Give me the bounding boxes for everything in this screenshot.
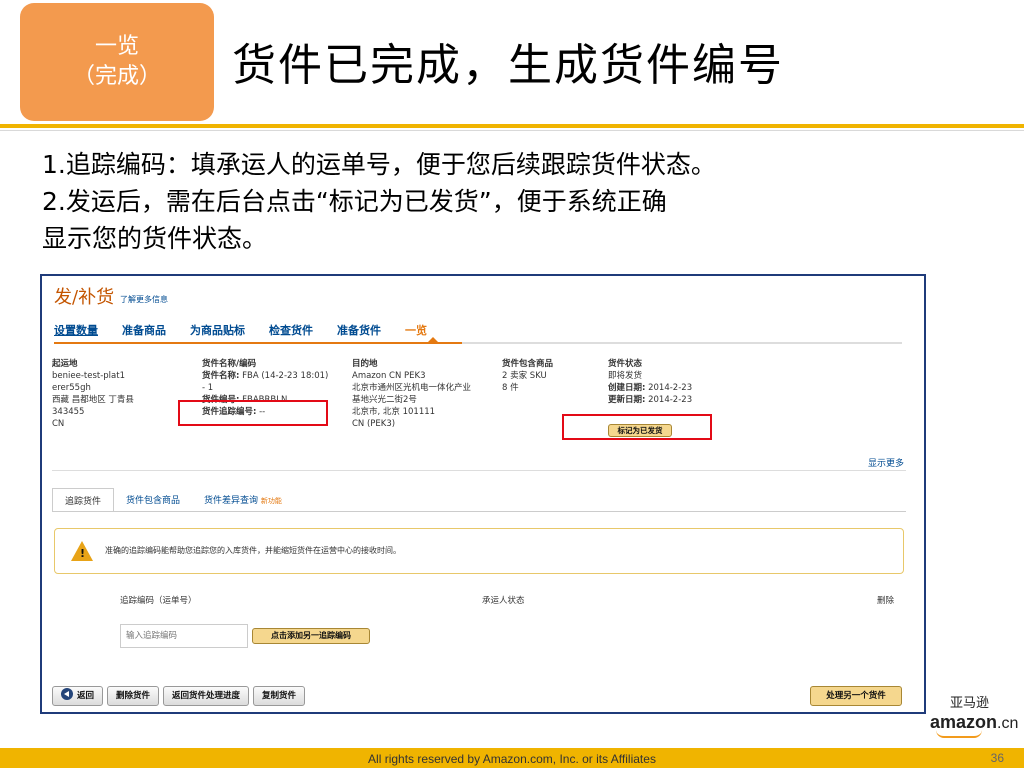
status-column: 货件状态 即将发货 创建日期: 2014-2-23 更新日期: 2014-2-2…: [608, 358, 728, 406]
created-date-row: 创建日期: 2014-2-23: [608, 382, 728, 394]
contents-column: 货件包含商品 2 卖家 SKU 8 件: [502, 358, 602, 394]
section-tag: 一览 （完成）: [20, 3, 214, 121]
shipment-name-value: FBA (14-2-23 18:01): [242, 371, 329, 381]
status-header: 货件状态: [608, 359, 643, 369]
warning-icon-mark: !: [80, 547, 86, 560]
shipment-name-suffix: - 1: [202, 383, 214, 393]
shipment-header: 货件名称/编码: [202, 359, 257, 369]
shipment-name-label: 货件名称:: [202, 371, 240, 381]
embedded-screenshot: 发/补货 了解更多信息 设置数量 准备商品 为商品贴标 检查货件 准备货件 一览…: [40, 274, 926, 714]
destination-header: 目的地: [352, 359, 378, 369]
step-summary[interactable]: 一览: [405, 322, 427, 338]
info-alert: ! 准确的追踪编码能帮助您追踪您的入库货件，并能缩短货件在运营中心的接收时间。: [54, 528, 904, 574]
shipment-name-row: 货件名称: FBA (14-2-23 18:01): [202, 370, 352, 382]
add-tracking-code-button[interactable]: 点击添加另一追踪编码: [252, 628, 370, 644]
tab-track-shipment[interactable]: 追踪货件: [52, 488, 115, 512]
steps-progress: [54, 342, 462, 344]
learn-more-link[interactable]: 了解更多信息: [120, 294, 168, 305]
page-title: 发/补货: [54, 287, 115, 308]
ship-from-line: 343455: [52, 407, 85, 417]
slide-title: 货件已完成，生成货件编号: [232, 40, 784, 91]
section-divider: [52, 470, 906, 471]
note-line-3: 显示您的货件状态。: [42, 224, 268, 253]
slide-notes: 1.追踪编码：填承运人的运单号，便于您后续跟踪货件状态。 2.发运后，需在后台点…: [42, 146, 1002, 257]
title-divider: [0, 124, 1024, 128]
updated-date-value: 2014-2-23: [648, 395, 693, 405]
destination-line: 基地兴光二街2号: [352, 395, 417, 405]
process-another-shipment-button[interactable]: 处理另一个货件: [810, 686, 902, 706]
back-button[interactable]: 返回: [52, 686, 104, 706]
bottom-actions: 返回 删除货件 返回货件处理进度 复制货件: [52, 686, 306, 706]
tabs-baseline: [52, 511, 906, 512]
updated-date-label: 更新日期:: [608, 395, 646, 405]
created-date-label: 创建日期:: [608, 383, 646, 393]
copy-shipment-button[interactable]: 复制货件: [253, 686, 306, 706]
shipment-tabs: 追踪货件 货件包含商品 货件差异查询 新功能: [52, 488, 294, 512]
tab-reconcile-label: 货件差异查询: [204, 496, 259, 506]
carrier-status-header: 承运人状态: [482, 596, 525, 606]
tracking-code-header: 追踪编码（运单号）: [120, 596, 197, 606]
workflow-steps: 设置数量 准备商品 为商品贴标 检查货件 准备货件 一览: [54, 322, 451, 338]
active-step-caret: [428, 337, 438, 342]
destination-line: 北京市, 北京 101111: [352, 407, 436, 417]
tab-shipment-contents[interactable]: 货件包含商品: [114, 488, 192, 512]
created-date-value: 2014-2-23: [648, 383, 693, 393]
step-set-quantity[interactable]: 设置数量: [54, 322, 98, 338]
ship-from-header: 起运地: [52, 359, 78, 369]
section-tag-line1: 一览: [94, 34, 139, 59]
logo-cn-mark: 亚马逊: [950, 696, 990, 711]
highlight-shipment-id: [178, 400, 328, 426]
destination-line: CN (PEK3): [352, 419, 396, 429]
back-button-label: 返回: [77, 691, 95, 701]
destination-line: 北京市通州区光机电一体化产业: [352, 383, 472, 393]
ship-from-line: CN: [52, 419, 65, 429]
step-prepare-shipment[interactable]: 准备货件: [337, 322, 381, 338]
amazon-cn-logo: 亚马逊 amazon.cn: [930, 696, 1020, 738]
step-prepare-products[interactable]: 准备商品: [122, 322, 166, 338]
section-tag-line2: （完成）: [72, 64, 161, 89]
destination-column: 目的地 Amazon CN PEK3 北京市通州区光机电一体化产业 基地兴光二街…: [352, 358, 502, 430]
new-feature-badge: 新功能: [260, 497, 282, 505]
contents-header: 货件包含商品: [502, 359, 554, 369]
step-review-shipment[interactable]: 检查货件: [269, 322, 313, 338]
logo-suffix: .cn: [997, 715, 1019, 732]
ship-from-column: 起运地 beniee-test-plat1 erer55gh 西藏 昌都地区 丁…: [52, 358, 192, 430]
destination-line: Amazon CN PEK3: [352, 371, 426, 381]
title-divider-shadow: [0, 130, 1024, 131]
ship-from-line: 西藏 昌都地区 丁青县: [52, 395, 134, 405]
back-arrow-icon: [61, 688, 73, 700]
delete-header: 删除: [876, 596, 894, 606]
page-number: 36: [990, 751, 1004, 765]
contents-line: 2 卖家 SKU: [502, 371, 547, 381]
back-to-progress-button[interactable]: 返回货件处理进度: [163, 686, 250, 706]
footer-copyright: All rights reserved by Amazon.com, Inc. …: [368, 752, 656, 766]
show-more-link[interactable]: 显示更多: [868, 456, 904, 469]
tab-reconcile[interactable]: 货件差异查询 新功能: [192, 488, 294, 512]
status-state: 即将发货: [608, 371, 643, 381]
alert-message: 准确的追踪编码能帮助您追踪您的入库货件，并能缩短货件在运营中心的接收时间。: [105, 546, 401, 555]
note-line-1: 1.追踪编码：填承运人的运单号，便于您后续跟踪货件状态。: [42, 150, 716, 179]
note-line-2: 2.发运后，需在后台点击“标记为已发货”，便于系统正确: [42, 187, 667, 216]
ship-from-line: erer55gh: [52, 383, 91, 393]
tracking-code-input[interactable]: [120, 624, 248, 648]
step-label-products[interactable]: 为商品贴标: [190, 322, 245, 338]
logo-smile-icon: [936, 730, 982, 738]
delete-shipment-button[interactable]: 删除货件: [107, 686, 160, 706]
updated-date-row: 更新日期: 2014-2-23: [608, 394, 728, 406]
highlight-mark-shipped: [562, 414, 712, 440]
contents-line: 8 件: [502, 383, 519, 393]
ship-from-line: beniee-test-plat1: [52, 371, 125, 381]
logo-word: amazon: [930, 712, 998, 732]
